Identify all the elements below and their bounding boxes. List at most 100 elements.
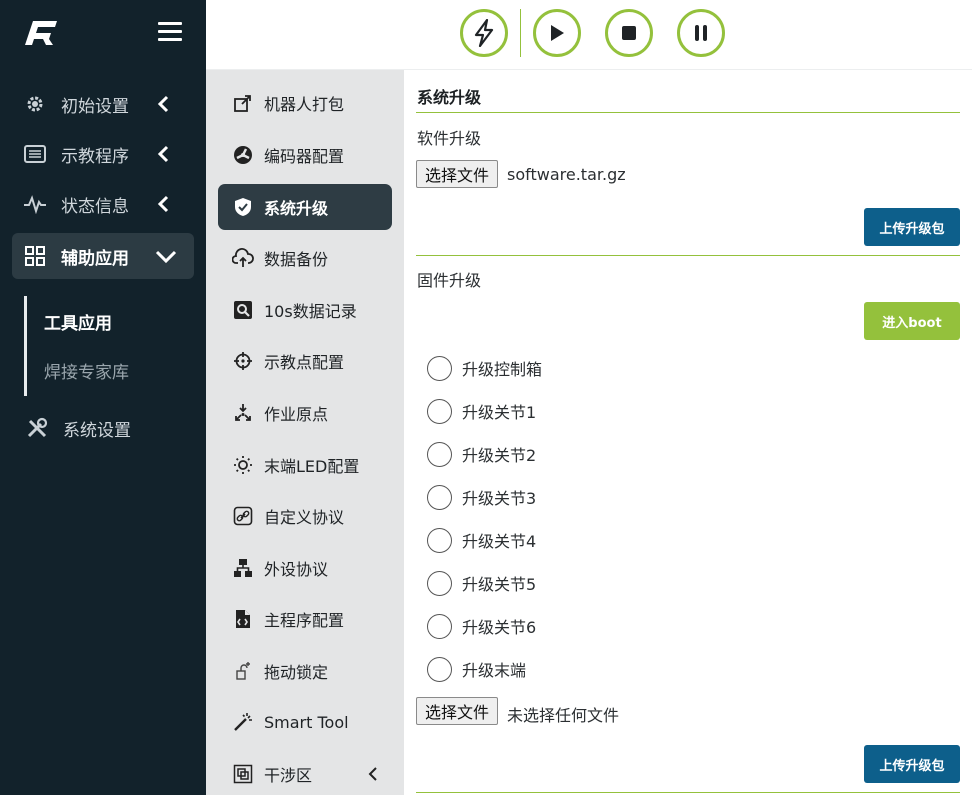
stop-button[interactable] xyxy=(605,9,653,57)
play-button[interactable] xyxy=(533,9,581,57)
sidebar-item-label: 状态信息 xyxy=(61,196,129,217)
radio-circle[interactable] xyxy=(427,484,452,510)
sidebar: 初始设置 示教程序 状态信息 辅助应用 工具应用 焊接专家库 系统设置 xyxy=(0,0,206,795)
firmware-upgrade-label: 固件升级 xyxy=(417,271,482,290)
tool-menu: 机器人打包 编码器配置 系统升级 数据备份 10s数据记录 示教点配置 作业原点… xyxy=(206,70,404,795)
file-code-icon xyxy=(232,608,254,630)
hamburger-menu-icon[interactable] xyxy=(158,22,182,42)
sidebar-subitem-welding-library[interactable]: 焊接专家库 xyxy=(44,358,129,383)
sidebar-item-system-settings[interactable]: 系统设置 xyxy=(12,405,194,451)
radio-label: 升级控制箱 xyxy=(462,360,543,379)
sidebar-item-initial-settings[interactable]: 初始设置 xyxy=(12,81,194,127)
list-icon xyxy=(23,142,47,166)
radio-circle[interactable] xyxy=(427,527,452,553)
radio-upgrade-joint-5[interactable]: 升级关节5 xyxy=(427,569,536,597)
menu-item-system-upgrade[interactable]: 系统升级 xyxy=(218,184,392,230)
grid-icon xyxy=(23,244,47,268)
menu-item-custom-protocol[interactable]: 自定义协议 xyxy=(218,493,392,539)
menu-item-end-led-config[interactable]: 末端LED配置 xyxy=(218,442,392,488)
menu-item-label: 机器人打包 xyxy=(264,95,345,114)
radio-upgrade-joint-3[interactable]: 升级关节3 xyxy=(427,483,536,511)
menu-item-label: 数据备份 xyxy=(264,250,329,269)
toolbar-divider xyxy=(520,9,521,57)
menu-item-work-origin[interactable]: 作业原点 xyxy=(218,390,392,436)
submenu-indicator xyxy=(24,296,27,396)
radio-label: 升级关节2 xyxy=(462,446,537,465)
menu-item-label: 作业原点 xyxy=(264,405,329,424)
software-file-name: software.tar.gz xyxy=(507,165,626,184)
pause-button[interactable] xyxy=(677,9,725,57)
radio-upgrade-joint-1[interactable]: 升级关节1 xyxy=(427,397,536,425)
top-toolbar xyxy=(206,0,972,70)
radio-upgrade-joint-4[interactable]: 升级关节4 xyxy=(427,526,536,554)
pack-icon xyxy=(232,92,254,114)
radio-label: 升级关节1 xyxy=(462,403,537,422)
drag-lock-icon xyxy=(232,660,254,682)
menu-item-teach-point-config[interactable]: 示教点配置 xyxy=(218,338,392,384)
sidebar-item-status-info[interactable]: 状态信息 xyxy=(12,181,194,227)
shield-icon xyxy=(232,196,254,218)
enter-boot-button[interactable]: 进入boot xyxy=(864,302,960,340)
software-upload-button[interactable]: 上传升级包 xyxy=(864,208,960,246)
logo-icon xyxy=(25,21,57,45)
sidebar-item-label: 系统设置 xyxy=(63,420,131,441)
link-icon xyxy=(232,505,254,527)
radio-label: 升级关节4 xyxy=(462,532,537,551)
cloud-upload-icon xyxy=(232,247,254,269)
radio-circle[interactable] xyxy=(427,613,452,639)
menu-item-drag-lock[interactable]: 拖动锁定 xyxy=(218,648,392,694)
firmware-file-name: 未选择任何文件 xyxy=(507,706,620,725)
radio-circle[interactable] xyxy=(427,570,452,596)
software-choose-file-button[interactable]: 选择文件 xyxy=(416,160,499,188)
menu-item-label: 系统升级 xyxy=(264,199,329,218)
sidebar-item-aux-apps[interactable]: 辅助应用 xyxy=(12,233,194,279)
radio-circle[interactable] xyxy=(427,398,452,424)
radio-label: 升级关节6 xyxy=(462,618,537,637)
software-upgrade-label: 软件升级 xyxy=(417,129,482,148)
radiation-icon xyxy=(232,144,254,166)
chevron-left-icon xyxy=(368,767,377,781)
menu-item-peripheral-protocol[interactable]: 外设协议 xyxy=(218,545,392,591)
tools-icon xyxy=(25,416,49,440)
menu-item-label: Smart Tool xyxy=(264,712,349,732)
radio-upgrade-end[interactable]: 升级末端 xyxy=(427,655,526,683)
system-upgrade-panel: 系统升级 软件升级 选择文件 software.tar.gz 上传升级包 固件升… xyxy=(404,70,972,795)
search-icon xyxy=(232,299,254,321)
menu-item-label: 10s数据记录 xyxy=(264,302,357,321)
menu-item-label: 编码器配置 xyxy=(264,147,345,166)
radio-upgrade-control-box[interactable]: 升级控制箱 xyxy=(427,354,542,382)
divider xyxy=(416,255,960,256)
origin-icon xyxy=(232,402,254,424)
sidebar-subitem-tool-apps[interactable]: 工具应用 xyxy=(44,309,112,334)
radio-upgrade-joint-2[interactable]: 升级关节2 xyxy=(427,440,536,468)
network-icon xyxy=(232,557,254,579)
radio-upgrade-joint-6[interactable]: 升级关节6 xyxy=(427,612,536,640)
lightning-button[interactable] xyxy=(460,9,508,57)
radio-circle[interactable] xyxy=(427,355,452,381)
sidebar-item-teach-program[interactable]: 示教程序 xyxy=(12,131,194,177)
menu-item-main-program-config[interactable]: 主程序配置 xyxy=(218,596,392,642)
radio-label: 升级关节3 xyxy=(462,489,537,508)
menu-item-label: 干涉区 xyxy=(264,766,313,785)
firmware-upload-button[interactable]: 上传升级包 xyxy=(864,745,960,783)
divider xyxy=(416,792,960,793)
pause-icon xyxy=(695,25,707,41)
menu-item-interference-zone[interactable]: 干涉区 xyxy=(218,751,392,797)
menu-item-robot-pack[interactable]: 机器人打包 xyxy=(218,80,392,126)
radio-circle[interactable] xyxy=(427,656,452,682)
menu-item-smart-tool[interactable]: Smart Tool xyxy=(218,699,392,745)
menu-item-label: 主程序配置 xyxy=(264,611,345,630)
menu-item-encoder-config[interactable]: 编码器配置 xyxy=(218,132,392,178)
firmware-choose-file-button[interactable]: 选择文件 xyxy=(416,697,499,725)
sidebar-item-label: 示教程序 xyxy=(61,146,129,167)
menu-item-data-backup[interactable]: 数据备份 xyxy=(218,235,392,281)
magic-wand-icon xyxy=(232,711,254,733)
lightning-icon xyxy=(474,19,494,47)
radio-circle[interactable] xyxy=(427,441,452,467)
menu-item-label: 自定义协议 xyxy=(264,508,345,527)
crosshair-icon xyxy=(232,350,254,372)
menu-item-label: 外设协议 xyxy=(264,560,329,579)
menu-item-data-record[interactable]: 10s数据记录 xyxy=(218,287,392,333)
sidebar-item-label: 初始设置 xyxy=(61,96,129,117)
sidebar-item-label: 辅助应用 xyxy=(61,248,129,269)
